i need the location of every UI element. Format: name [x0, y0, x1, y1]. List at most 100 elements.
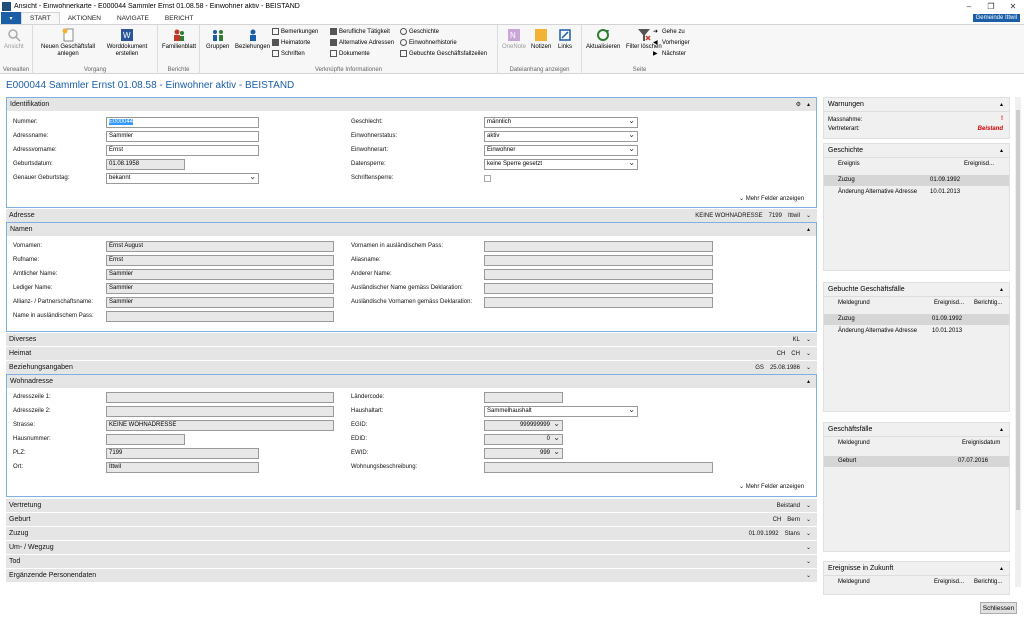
section-header-zuzug[interactable]: Zuzug 01.09.1992 Stans ⌄	[6, 527, 817, 540]
section-header-vertretung[interactable]: Vertretung Beistand ⌄	[6, 499, 817, 512]
naechster-button[interactable]: ▶ Nächster	[653, 50, 686, 58]
chevron-down-icon[interactable]: ⌄	[806, 364, 811, 371]
nummer-field[interactable]: E000044	[106, 117, 259, 128]
einwohnerart-select[interactable]: Einwohner	[484, 145, 638, 156]
ewid-field[interactable]: 999	[484, 448, 563, 459]
chevron-down-icon[interactable]: ⌄	[806, 502, 811, 509]
adresszeile1-field[interactable]	[106, 392, 334, 403]
heimatorte-button[interactable]: Heimatorte	[272, 39, 310, 46]
gehe-zu-button[interactable]: ➜ Gehe zu	[653, 28, 685, 36]
amtlicher-name-field[interactable]: Sammler	[106, 269, 334, 280]
chevron-up-icon[interactable]: ▴	[1000, 565, 1003, 572]
tab-start[interactable]: START	[21, 12, 60, 24]
tab-navigate[interactable]: NAVIGATE	[109, 12, 157, 24]
section-header-geburt[interactable]: Geburt CH Bern ⌄	[6, 513, 817, 526]
section-header-namen[interactable]: Namen ▴	[7, 223, 816, 236]
section-header-identifikation[interactable]: Identifikation ⚙ ▴	[7, 98, 816, 111]
gruppen-button[interactable]: Gruppen	[206, 28, 229, 51]
aktualisieren-button[interactable]: Aktualisieren	[586, 28, 620, 51]
section-header-ergaenzende[interactable]: Ergänzende Personendaten ⌄	[6, 569, 817, 582]
geschaeftsfaelle-header[interactable]: Geschäftsfälle ▴	[824, 423, 1009, 437]
list-item[interactable]: Zuzug 01.09.1992	[824, 314, 1009, 325]
section-header-wohnadresse[interactable]: Wohnadresse ▴	[7, 375, 816, 388]
minimize-icon[interactable]: –	[958, 0, 980, 12]
genauer-geburtstag-select[interactable]: bekannt	[106, 173, 259, 184]
links-button[interactable]: Links	[558, 28, 572, 51]
chevron-down-icon[interactable]: ⌄	[806, 572, 811, 579]
einwohnerstatus-select[interactable]: aktiv	[484, 131, 638, 142]
zukunft-header[interactable]: Ereignisse in Zukunft ▴	[824, 562, 1009, 576]
auslaendischer-name-field[interactable]	[484, 283, 713, 294]
geschlecht-select[interactable]: männlich	[484, 117, 638, 128]
beziehungen-button[interactable]: Beziehungen	[235, 28, 270, 51]
alternative-adressen-button[interactable]: Alternative Adressen	[330, 39, 394, 46]
chevron-down-icon[interactable]: ⌄	[806, 350, 811, 357]
geschichte-button[interactable]: Geschichte	[400, 28, 439, 35]
worddokument-button[interactable]: W Worddokument erstellen	[101, 28, 153, 58]
wohnungsbeschreibung-field[interactable]	[484, 462, 713, 473]
haushaltart-select[interactable]: Sammelhaushalt	[484, 406, 638, 417]
plz-field[interactable]: 7199	[106, 448, 259, 459]
schriftensperre-checkbox[interactable]	[484, 175, 491, 182]
egid-field[interactable]: 999999999	[484, 420, 563, 431]
mehr-felder-toggle[interactable]: ⌄ Mehr Felder anzeigen	[739, 195, 804, 202]
settings-icon[interactable]: ⚙	[796, 101, 801, 108]
chevron-up-icon[interactable]: ▴	[807, 378, 810, 385]
geschichte-header[interactable]: Geschichte ▴	[824, 144, 1009, 158]
edid-field[interactable]: 0	[484, 434, 563, 445]
list-item[interactable]: Zuzug 01.09.1992	[824, 175, 1009, 186]
aliasname-field[interactable]	[484, 255, 713, 266]
vorheriger-button[interactable]: ◀ Vorheriger	[653, 39, 690, 47]
tab-bericht[interactable]: BERICHT	[157, 12, 202, 24]
dokumente-button[interactable]: Dokumente	[330, 50, 370, 57]
bemerkungen-button[interactable]: Bemerkungen	[272, 28, 318, 35]
close-icon[interactable]: ✕	[1002, 0, 1024, 12]
list-item[interactable]: Geburt 07.07.2016	[824, 456, 1009, 467]
chevron-up-icon[interactable]: ▴	[1000, 147, 1003, 154]
ansicht-button[interactable]: Ansicht	[4, 28, 24, 51]
schliessen-button[interactable]: Schliessen	[980, 602, 1017, 614]
mehr-felder-toggle[interactable]: ⌄ Mehr Felder anzeigen	[739, 483, 804, 490]
vornamen-field[interactable]: Ernst August	[106, 241, 334, 252]
geburtsdatum-field[interactable]: 01.08.1958	[106, 159, 185, 170]
ort-field[interactable]: Ittwil	[106, 462, 259, 473]
anderer-name-field[interactable]	[484, 269, 713, 280]
list-item[interactable]: Änderung Alternative Adresse 10.01.2013	[824, 187, 1009, 198]
chevron-down-icon[interactable]: ⌄	[806, 530, 811, 537]
auslaendische-vornamen-field[interactable]	[484, 297, 713, 308]
chevron-up-icon[interactable]: ▴	[1000, 286, 1003, 293]
list-item[interactable]: Änderung Alternative Adresse 10.01.2013	[824, 326, 1009, 337]
vornamen-pass-field[interactable]	[484, 241, 713, 252]
section-header-beziehungsangaben[interactable]: Beziehungsangaben GS 25.08.1986 ⌄	[6, 361, 817, 374]
chevron-down-icon[interactable]: ⌄	[806, 336, 811, 343]
schriften-button[interactable]: Schriften	[272, 50, 305, 57]
file-menu-icon[interactable]: ▾	[1, 12, 21, 24]
chevron-up-icon[interactable]: ▴	[807, 226, 810, 233]
section-header-diverses[interactable]: Diverses KL ⌄	[6, 333, 817, 346]
name-pass-field[interactable]	[106, 311, 334, 322]
chevron-down-icon[interactable]: ⌄	[806, 516, 811, 523]
adressname-field[interactable]: Sammler	[106, 131, 259, 142]
berufliche-taetigkeit-button[interactable]: Berufliche Tätigkeit	[330, 28, 390, 35]
section-header-heimat[interactable]: Heimat CH CH ⌄	[6, 347, 817, 360]
chevron-down-icon[interactable]: ⌄	[806, 212, 811, 219]
adressvorname-field[interactable]: Ernst	[106, 145, 259, 156]
einwohnerhistorie-button[interactable]: Einwohnerhistorie	[400, 39, 457, 46]
laendercode-field[interactable]	[484, 392, 563, 403]
notizen-button[interactable]: Notizen	[531, 28, 551, 51]
rufname-field[interactable]: Ernst	[106, 255, 334, 266]
adresszeile2-field[interactable]	[106, 406, 334, 417]
chevron-down-icon[interactable]: ⌄	[806, 558, 811, 565]
datensperre-select[interactable]: keine Sperre gesetzt	[484, 159, 638, 170]
allianzname-field[interactable]: Sammler	[106, 297, 334, 308]
section-header-adresse[interactable]: Adresse KEINE WOHNADRESSE 7199 Ittwil ⌄	[6, 209, 817, 222]
hausnummer-field[interactable]	[106, 434, 185, 445]
tab-aktionen[interactable]: AKTIONEN	[60, 12, 109, 24]
gebuchte-geschaeftsfallzeilen-button[interactable]: Gebuchte Geschäftsfallzeilen	[400, 50, 487, 57]
section-header-tod[interactable]: Tod ⌄	[6, 555, 817, 568]
section-header-umzug[interactable]: Um- / Wegzug ⌄	[6, 541, 817, 554]
onenote-button[interactable]: N OneNote	[502, 28, 526, 51]
strasse-field[interactable]: KEINE WOHNADRESSE	[106, 420, 334, 431]
gebuchte-header[interactable]: Gebuchte Geschäftsfälle ▴	[824, 283, 1009, 297]
warnungen-header[interactable]: Warnungen ▴	[824, 98, 1009, 112]
